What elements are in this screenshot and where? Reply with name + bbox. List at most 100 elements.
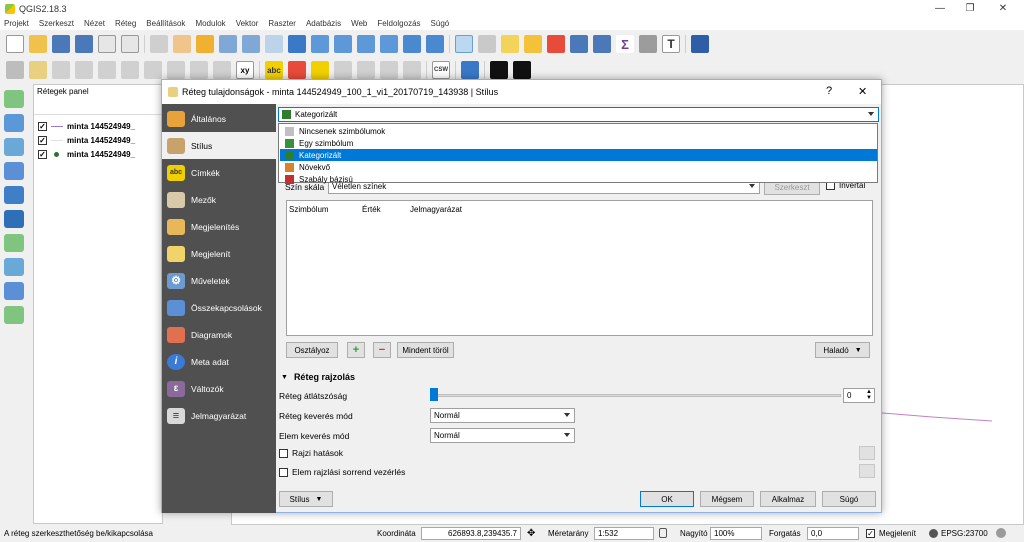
opacity-slider-handle[interactable]: [430, 388, 438, 401]
nav-mezok[interactable]: Mezők: [162, 186, 276, 213]
render-checkbox[interactable]: ✓ Megjelenít: [866, 529, 916, 538]
touch-zoom-icon[interactable]: [150, 35, 168, 53]
zoom-full-icon[interactable]: [288, 35, 306, 53]
opacity-spinbox[interactable]: 0 ▲ ▼: [843, 388, 875, 403]
effects-settings-icon[interactable]: [859, 446, 875, 460]
opacity-slider-track[interactable]: [431, 394, 841, 397]
add-wms-icon[interactable]: [4, 186, 24, 204]
nav-altalanos[interactable]: Általános: [162, 105, 276, 132]
style-button[interactable]: Stílus ▼: [279, 491, 333, 507]
cancel-button[interactable]: Mégsem: [700, 491, 754, 507]
show-hide-labels-icon[interactable]: [334, 61, 352, 79]
advanced-button[interactable]: Haladó ▼: [815, 342, 870, 358]
rendering-order-box[interactable]: [279, 467, 288, 477]
add-virtual-layer-icon[interactable]: [4, 282, 24, 300]
layer-visibility-checkbox[interactable]: ✓: [38, 136, 47, 145]
layer-item[interactable]: ✓ minta 144524949_: [38, 134, 135, 147]
rotation-field[interactable]: 0,0: [807, 527, 859, 540]
menu-raszter[interactable]: Raszter: [268, 19, 296, 28]
renderer-option-categorized[interactable]: Kategorizált: [280, 149, 877, 161]
nav-meta-adat[interactable]: i Meta adat: [162, 348, 276, 375]
add-raster-layer-icon[interactable]: [4, 114, 24, 132]
categories-table[interactable]: Szimbólum Érték Jelmagyarázat: [286, 200, 873, 336]
layer-item[interactable]: ✓ minta 144524949_: [38, 120, 135, 133]
nav-megjelenit[interactable]: Megjelenít: [162, 240, 276, 267]
nav-osszekapcsolasok[interactable]: Összekapcsolások: [162, 294, 276, 321]
xy-tool-icon[interactable]: xy: [236, 61, 254, 79]
menu-beallitasok[interactable]: Beállítások: [146, 19, 185, 28]
refresh-icon[interactable]: [426, 35, 444, 53]
statistics-icon[interactable]: Σ: [616, 35, 634, 53]
help-icon[interactable]: [691, 35, 709, 53]
csw-icon[interactable]: CSW: [432, 61, 450, 79]
measure-icon[interactable]: [639, 35, 657, 53]
zoom-selection-icon[interactable]: [311, 35, 329, 53]
add-spatialite-icon[interactable]: [4, 162, 24, 180]
layer-rendering-header[interactable]: ▼ Réteg rajzolás: [281, 372, 355, 382]
renderer-option-none[interactable]: Nincsenek szimbólumok: [280, 125, 877, 137]
add-feature-icon[interactable]: [75, 61, 93, 79]
render-checkbox-box[interactable]: ✓: [866, 529, 875, 538]
label-tool-icon[interactable]: abc: [265, 61, 283, 79]
menu-szerkeszt[interactable]: Szerkeszt: [39, 19, 74, 28]
cut-features-icon[interactable]: [167, 61, 185, 79]
new-map-view-icon[interactable]: [403, 35, 421, 53]
menu-web[interactable]: Web: [351, 19, 367, 28]
close-window-button[interactable]: ✕: [988, 0, 1018, 17]
move-feature-icon[interactable]: [98, 61, 116, 79]
current-edits-icon[interactable]: [6, 61, 24, 79]
new-shapefile-icon[interactable]: [4, 306, 24, 324]
nav-muveletek[interactable]: ⚙ Műveletek: [162, 267, 276, 294]
nav-jelmagyarazat[interactable]: ≡ Jelmagyarázat: [162, 402, 276, 429]
layer-item[interactable]: ✓ minta 144524949_: [38, 148, 135, 161]
diagram-tool-icon[interactable]: [288, 61, 306, 79]
classify-button[interactable]: Osztályoz: [286, 342, 338, 358]
menu-feldolgozas[interactable]: Feldolgozás: [377, 19, 420, 28]
apply-button[interactable]: Alkalmaz: [760, 491, 816, 507]
new-project-icon[interactable]: [6, 35, 24, 53]
text-annotation-icon[interactable]: T: [662, 35, 680, 53]
menu-projekt[interactable]: Projekt: [4, 19, 29, 28]
nav-stilus[interactable]: Stílus: [162, 132, 276, 159]
nav-valtozok[interactable]: ε Változók: [162, 375, 276, 402]
sort-order-icon[interactable]: [859, 464, 875, 478]
menu-nezet[interactable]: Nézet: [84, 19, 105, 28]
action-icon[interactable]: [478, 35, 496, 53]
spin-arrows-icon[interactable]: ▲ ▼: [866, 389, 872, 401]
zoom-in-icon[interactable]: [219, 35, 237, 53]
add-wcs-icon[interactable]: [4, 210, 24, 228]
rendering-order-checkbox[interactable]: Elem rajzlási sorrend vezérlés: [279, 467, 405, 477]
ok-button[interactable]: OK: [640, 491, 694, 507]
col-header-value[interactable]: Érték: [362, 205, 381, 214]
zoom-out-icon[interactable]: [242, 35, 260, 53]
renderer-option-single[interactable]: Egy szimbólum: [280, 137, 877, 149]
layer-blend-select[interactable]: Normál: [430, 408, 575, 423]
nav-megjelenites[interactable]: Megjelenítés: [162, 213, 276, 240]
remove-class-icon[interactable]: −: [373, 342, 391, 358]
delete-all-button[interactable]: Mindent töröl: [397, 342, 454, 358]
renderer-select[interactable]: Kategorizált: [278, 107, 879, 122]
python-console-icon[interactable]: [461, 61, 479, 79]
change-label-icon[interactable]: [403, 61, 421, 79]
zoom-native-icon[interactable]: [265, 35, 283, 53]
lock-scale-icon[interactable]: [659, 528, 667, 538]
draw-effects-box[interactable]: [279, 448, 288, 458]
toggle-editing-icon[interactable]: [29, 61, 47, 79]
minimize-button[interactable]: —: [925, 0, 955, 17]
help-button[interactable]: Súgó: [822, 491, 876, 507]
extents-toggle-icon[interactable]: ✥: [527, 528, 535, 539]
layer-visibility-checkbox[interactable]: ✓: [38, 122, 47, 131]
add-vector-layer-icon[interactable]: [4, 90, 24, 108]
layer-visibility-checkbox[interactable]: ✓: [38, 150, 47, 159]
messages-icon[interactable]: [996, 528, 1006, 538]
menu-modulok[interactable]: Modulok: [195, 19, 225, 28]
restore-button[interactable]: ❐: [955, 0, 985, 17]
pin-labels-icon[interactable]: [311, 61, 329, 79]
attribute-table-icon[interactable]: [570, 35, 588, 53]
paste-features-icon[interactable]: [213, 61, 231, 79]
nav-diagramok[interactable]: Diagramok: [162, 321, 276, 348]
georeferencer-icon[interactable]: [490, 61, 508, 79]
dialog-close-button[interactable]: ✕: [858, 85, 867, 98]
renderer-option-graduated[interactable]: Növekvő: [280, 161, 877, 173]
save-project-icon[interactable]: [52, 35, 70, 53]
